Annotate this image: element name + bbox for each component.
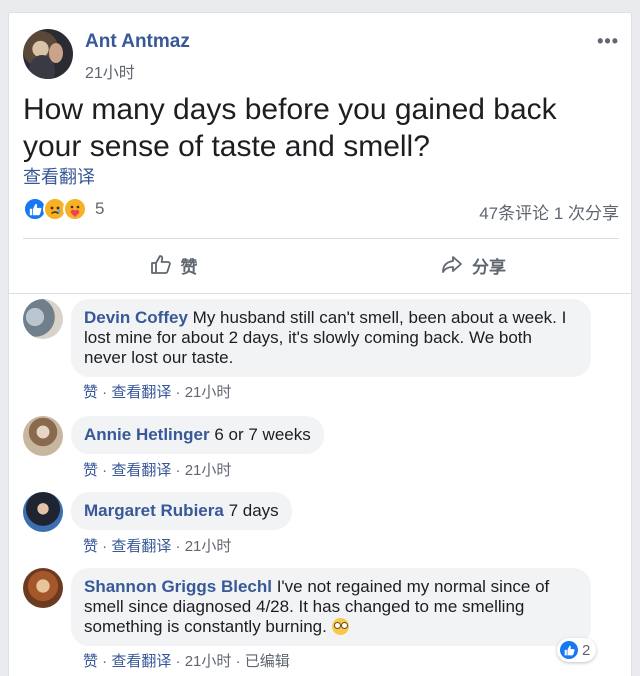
comment-bubble: Devin Coffey My husband still can't smel… [71, 299, 591, 377]
author-avatar[interactable] [23, 29, 73, 79]
divider [9, 293, 631, 294]
comment-like-link[interactable]: 赞 [83, 462, 98, 479]
post-header: Ant Antmaz 21小时 ••• [23, 29, 619, 83]
share-arrow-icon [442, 256, 462, 273]
like-button[interactable]: 赞 [23, 239, 323, 291]
commenter-name[interactable]: Shannon Griggs Blechl [84, 577, 272, 596]
comment-time[interactable]: 21小时 [185, 384, 232, 401]
reaction-icons[interactable] [23, 197, 95, 221]
comment-meta: 赞 · 查看翻译 · 21小时 [83, 384, 232, 401]
comment-meta: 赞 · 查看翻译 · 21小时 [83, 538, 232, 555]
like-reaction-icon [560, 641, 578, 659]
care-reaction-icon [63, 197, 87, 221]
post-stats[interactable]: 47条评论 1 次分享 [479, 199, 619, 224]
reaction-count[interactable]: 5 [95, 199, 104, 219]
commenter-name[interactable]: Margaret Rubiera [84, 501, 224, 520]
comment-time[interactable]: 21小时 [185, 653, 232, 670]
comment-bubble: Shannon Griggs Blechl I've not regained … [71, 568, 591, 646]
comment-reaction-count[interactable]: 2 [557, 638, 597, 662]
see-translation-link[interactable]: 查看翻译 [23, 163, 95, 189]
thumbs-up-icon [150, 255, 171, 274]
eye-roll-emoji-icon [331, 618, 349, 635]
comment: Devin Coffey My husband still can't smel… [23, 299, 619, 409]
comment-edited-label[interactable]: 已编辑 [245, 653, 290, 670]
comment-translate-link[interactable]: 查看翻译 [111, 653, 171, 670]
comment: Shannon Griggs Blechl I've not regained … [23, 568, 619, 676]
post-actions: 赞 分享 [23, 239, 619, 291]
commenter-avatar[interactable] [23, 492, 63, 532]
comment-translate-link[interactable]: 查看翻译 [111, 462, 171, 479]
share-label: 分享 [472, 257, 506, 277]
comment-text: 6 or 7 weeks [214, 425, 311, 444]
comment-time[interactable]: 21小时 [185, 462, 232, 479]
comment-like-link[interactable]: 赞 [83, 538, 98, 555]
comment-translate-link[interactable]: 查看翻译 [111, 538, 171, 555]
comment: Margaret Rubiera 7 days 赞 · 查看翻译 · 21小时 [23, 492, 619, 558]
comment-like-link[interactable]: 赞 [83, 384, 98, 401]
commenter-name[interactable]: Annie Hetlinger [84, 425, 210, 444]
commenter-avatar[interactable] [23, 568, 63, 608]
share-button[interactable]: 分享 [323, 239, 623, 291]
post-text: How many days before you gained back you… [23, 93, 557, 163]
commenter-avatar[interactable] [23, 299, 63, 339]
comment-meta: 赞 · 查看翻译 · 21小时 · 已编辑 [83, 653, 290, 670]
post-card: Ant Antmaz 21小时 ••• How many days before… [8, 12, 632, 676]
more-options-icon[interactable]: ••• [597, 31, 619, 52]
post-time[interactable]: 21小时 [85, 59, 135, 83]
comment-meta: 赞 · 查看翻译 · 21小时 [83, 462, 232, 479]
comment-reaction-number: 2 [582, 641, 591, 659]
like-label: 赞 [180, 257, 198, 277]
post-author[interactable]: Ant Antmaz [85, 31, 190, 53]
reaction-summary[interactable]: 5 47条评论 1 次分享 [23, 197, 619, 223]
comment-time[interactable]: 21小时 [185, 538, 232, 555]
comment-like-link[interactable]: 赞 [83, 653, 98, 670]
comment-translate-link[interactable]: 查看翻译 [111, 384, 171, 401]
comment: Annie Hetlinger 6 or 7 weeks 赞 · 查看翻译 · … [23, 416, 619, 482]
comment-bubble: Annie Hetlinger 6 or 7 weeks [71, 416, 324, 454]
commenter-name[interactable]: Devin Coffey [84, 308, 188, 327]
comment-bubble: Margaret Rubiera 7 days [71, 492, 292, 530]
commenter-avatar[interactable] [23, 416, 63, 456]
comment-text: 7 days [228, 501, 279, 520]
